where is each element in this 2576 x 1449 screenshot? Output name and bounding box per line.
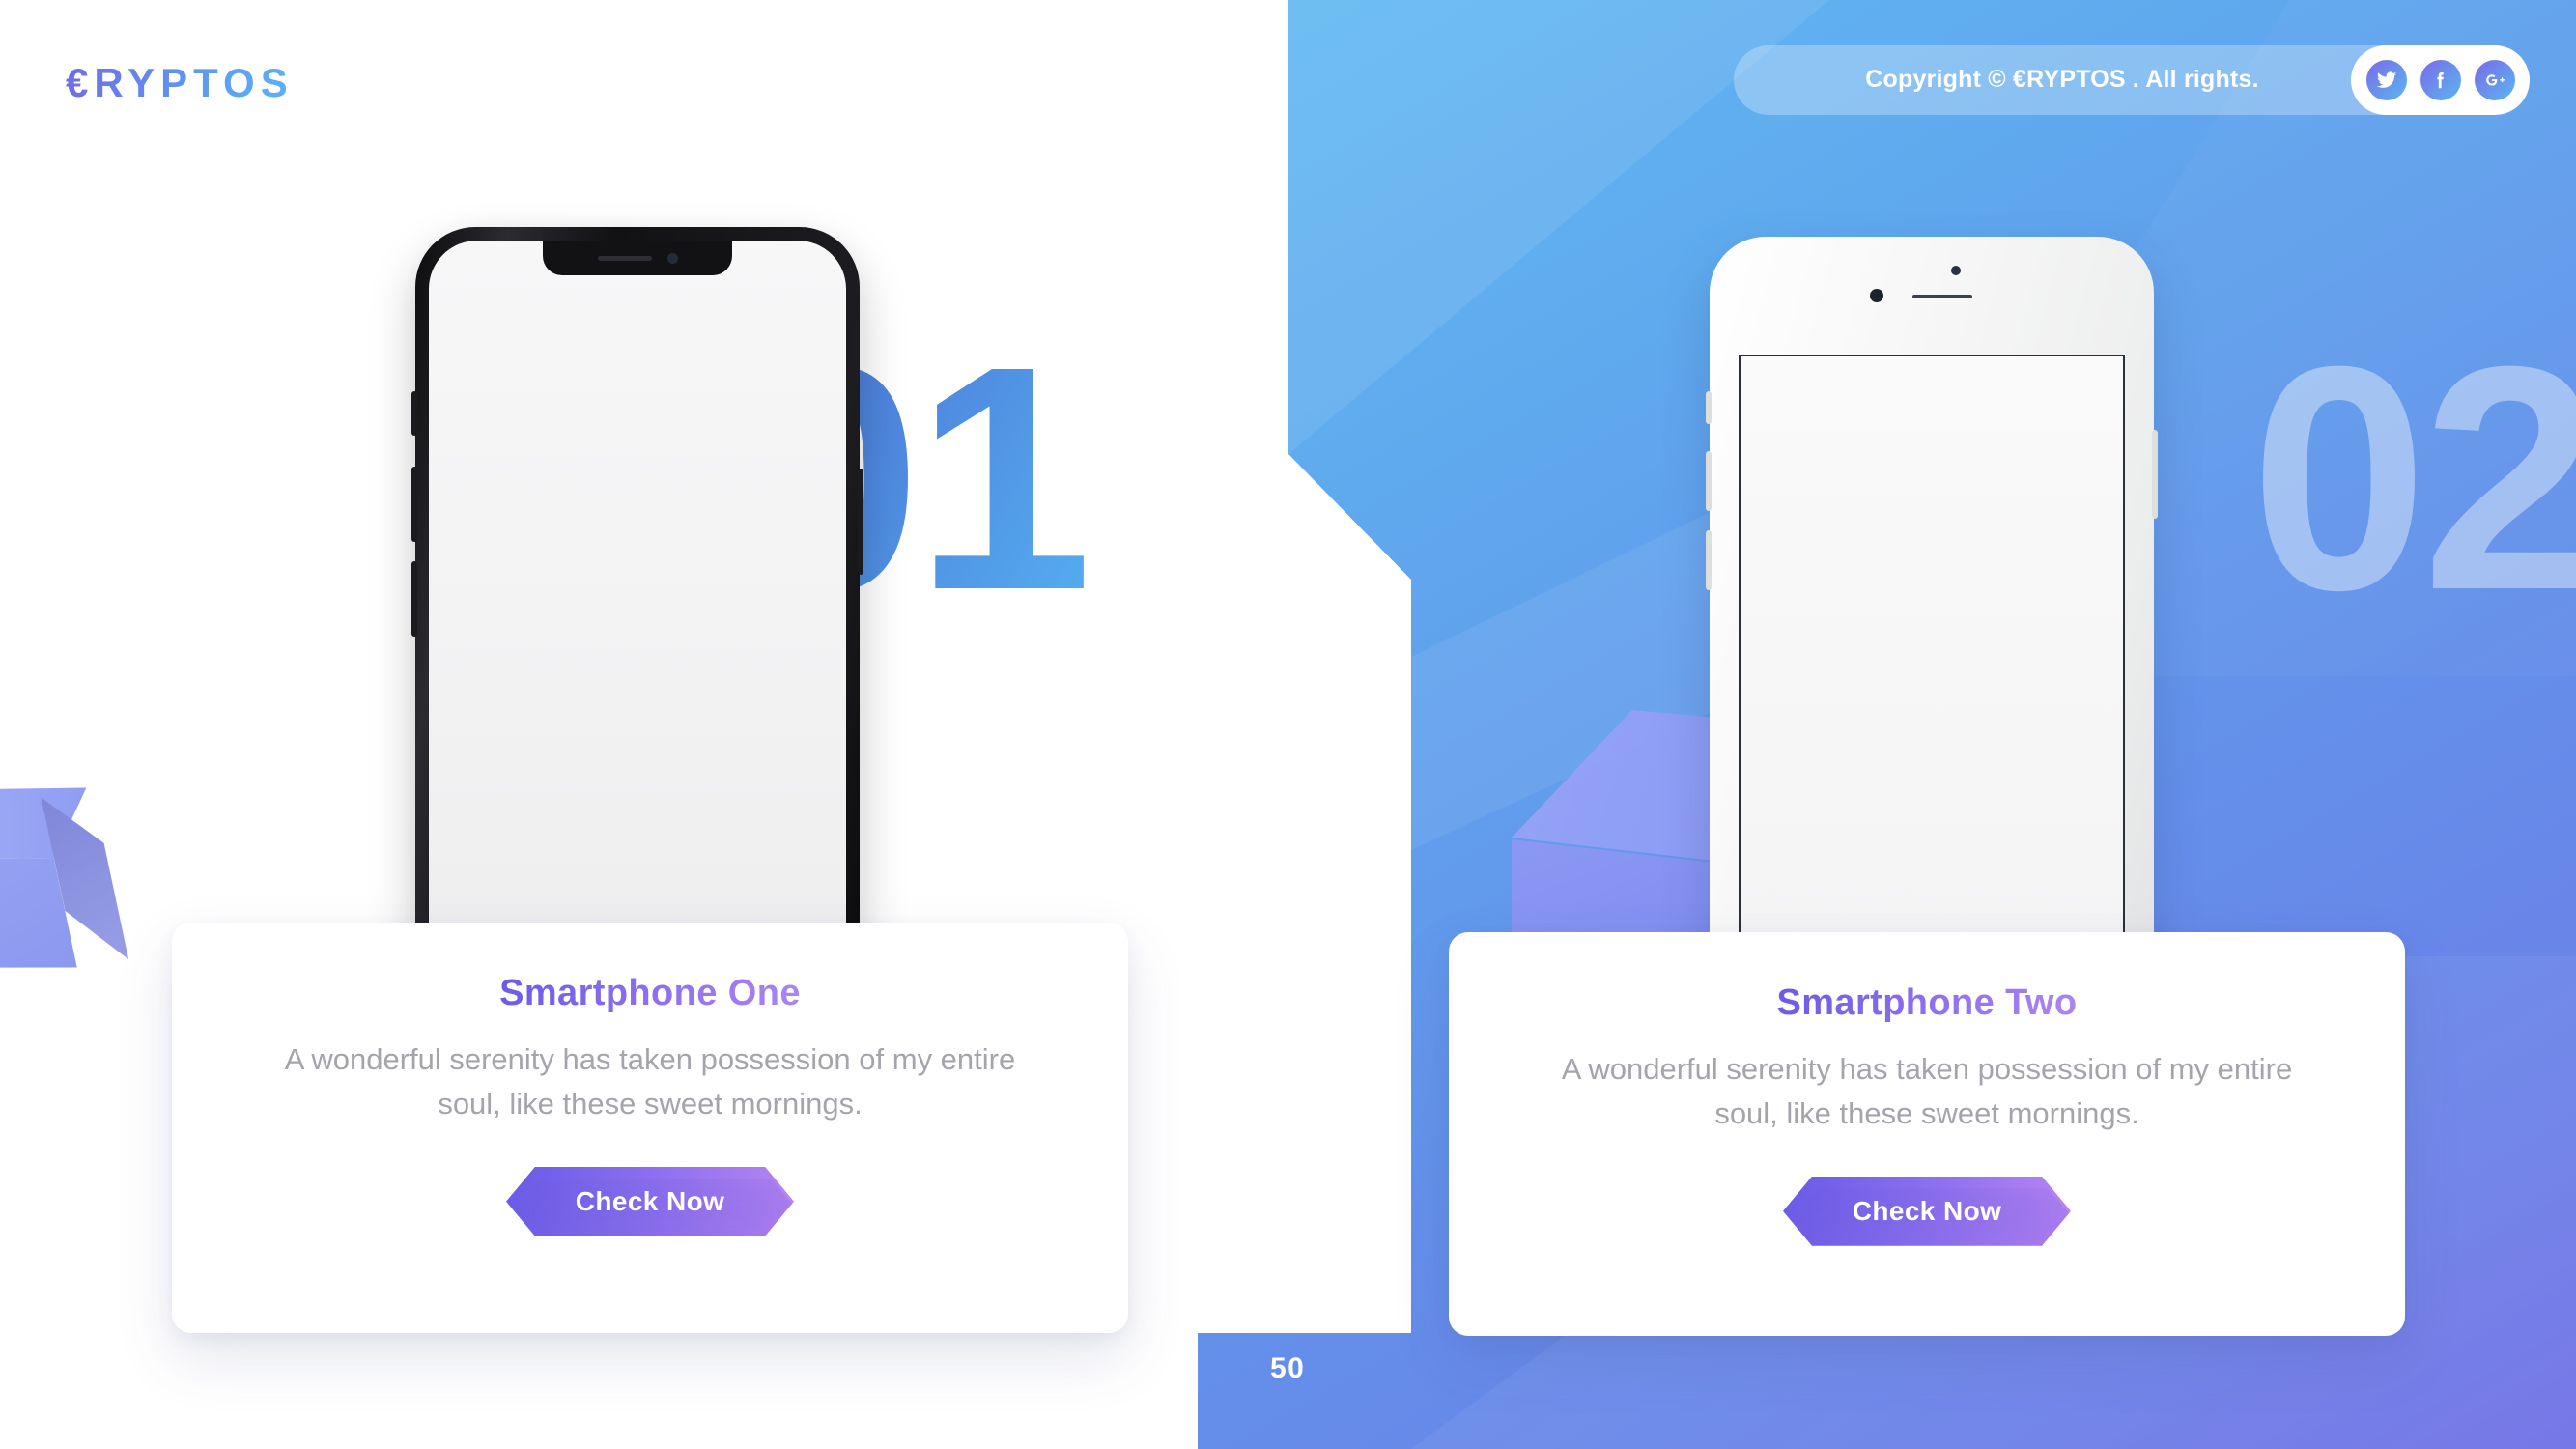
phone-button-mute <box>411 391 417 436</box>
phone-button-power <box>2152 430 2158 519</box>
phone-button-volume-up <box>411 467 417 542</box>
social-links-bar <box>2351 45 2530 115</box>
phone-camera-icon <box>666 252 678 264</box>
phone-button-volume-up <box>1706 451 1712 511</box>
product-card-one[interactable]: Smartphone One A wonderful serenity has … <box>172 923 1128 1333</box>
phone-button-mute <box>1706 391 1712 424</box>
check-now-button[interactable]: Check Now <box>1783 1176 2071 1246</box>
twitter-icon[interactable] <box>2365 60 2407 100</box>
phone-top-bezel <box>1710 237 2154 355</box>
page-number: 50 <box>1270 1352 1306 1384</box>
phone-sensor-icon <box>1951 266 1961 275</box>
phone-button-power <box>858 469 863 575</box>
facebook-icon[interactable] <box>2420 60 2461 100</box>
phone-notch <box>543 241 732 275</box>
brand-logo: €RYPTOS <box>66 60 294 105</box>
card-title: Smartphone Two <box>1776 982 2078 1023</box>
google-plus-icon[interactable] <box>2474 60 2515 100</box>
phone-mockup-white-iphone <box>1706 237 2164 1019</box>
card-title: Smartphone One <box>499 973 801 1013</box>
check-now-button-label: Check Now <box>1852 1195 2002 1226</box>
phone-button-volume-down <box>411 561 417 637</box>
check-now-button[interactable]: Check Now <box>506 1166 794 1236</box>
cube-decoration-left <box>0 752 176 1027</box>
phone-screen <box>1739 355 2125 961</box>
slide-root: €RYPTOS 01 Smartphone One A wonderful se… <box>0 0 2576 1449</box>
phone-mockup-black-iphone-x <box>411 227 889 1033</box>
phone-speaker-icon <box>597 255 652 261</box>
card-description: A wonderful serenity has taken possessio… <box>1561 1052 2293 1130</box>
check-now-button-label: Check Now <box>575 1185 725 1216</box>
phone-button-volume-down <box>1706 530 1712 590</box>
copyright-text: Copyright © €RYPTOS . All rights. <box>1865 66 2259 94</box>
phone-body <box>1706 237 2158 1019</box>
phone-speaker-icon <box>1912 295 1972 298</box>
card-description: A wonderful serenity has taken possessio… <box>284 1042 1016 1121</box>
decorative-number-02: 02 <box>2250 299 2576 656</box>
product-card-two[interactable]: Smartphone Two A wonderful serenity has … <box>1449 932 2405 1336</box>
left-panel: €RYPTOS 01 Smartphone One A wonderful se… <box>0 0 1294 1449</box>
phone-camera-icon <box>1870 289 1883 302</box>
phone-screen <box>429 241 846 1006</box>
phone-body <box>411 227 863 1019</box>
